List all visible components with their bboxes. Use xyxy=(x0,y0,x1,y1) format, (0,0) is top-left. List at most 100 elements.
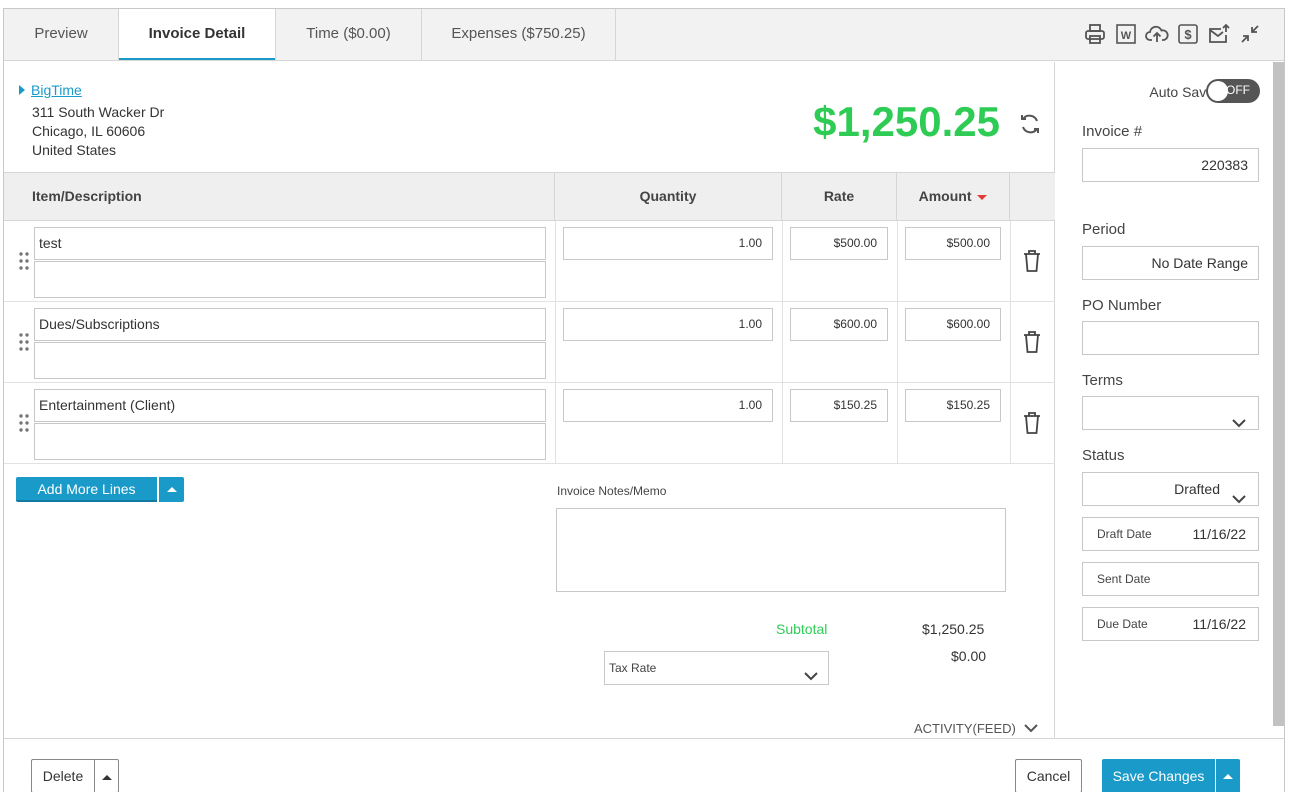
amount-input[interactable]: $500.00 xyxy=(905,227,1001,260)
status-select[interactable]: Drafted xyxy=(1082,472,1259,506)
chevron-down-icon xyxy=(1232,483,1246,515)
tax-rate-select[interactable]: Tax Rate xyxy=(604,651,829,685)
invoice-window: Preview Invoice Detail Time ($0.00) Expe… xyxy=(3,8,1285,792)
header-amount-label: Amount xyxy=(918,188,972,204)
po-number-label: PO Number xyxy=(1082,297,1162,314)
status-label: Status xyxy=(1082,447,1125,464)
cloud-upload-icon[interactable] xyxy=(1144,22,1169,47)
address-line-3: United States xyxy=(32,142,117,158)
quantity-input[interactable]: 1.00 xyxy=(563,227,773,260)
toggle-state: OFF xyxy=(1226,83,1250,97)
client-link[interactable]: BigTime xyxy=(19,82,82,98)
address-line-2: Chicago, IL 60606 xyxy=(32,123,146,139)
save-changes-button[interactable]: Save Changes xyxy=(1102,759,1215,792)
svg-text:W: W xyxy=(1120,30,1131,42)
delete-button[interactable]: Delete xyxy=(31,759,95,792)
trash-icon[interactable] xyxy=(1021,330,1043,354)
toolbar-icons: W $ xyxy=(1082,21,1262,47)
draft-date-field[interactable]: Draft Date 11/16/22 xyxy=(1082,517,1259,551)
refresh-icon[interactable] xyxy=(1018,112,1042,136)
invoice-number-label: Invoice # xyxy=(1082,123,1143,140)
subtotal-value: $1,250.25 xyxy=(922,621,985,637)
description-input[interactable]: test xyxy=(34,227,546,260)
header-amount[interactable]: Amount xyxy=(897,173,1010,220)
drag-handle-icon[interactable] xyxy=(18,413,30,433)
activity-feed-toggle[interactable]: ACTIVITY(FEED) xyxy=(914,721,1038,736)
header-rate[interactable]: Rate xyxy=(782,173,897,220)
table-row: Dues/Subscriptions 1.00 $600.00 $600.00 xyxy=(4,302,1055,383)
trash-icon[interactable] xyxy=(1021,411,1043,435)
address-line-1: 311 South Wacker Dr xyxy=(32,104,165,120)
caret-up-icon xyxy=(101,774,112,780)
invoice-number-input[interactable]: 220383 xyxy=(1082,148,1259,182)
add-more-lines-group: Add More Lines xyxy=(16,477,184,502)
caret-up-icon xyxy=(1223,773,1233,779)
draft-date-label: Draft Date xyxy=(1097,527,1152,541)
terms-select[interactable] xyxy=(1082,396,1259,430)
side-panel-scrollbar[interactable] xyxy=(1273,62,1284,726)
draft-date-value: 11/16/22 xyxy=(1192,526,1246,542)
sent-date-label: Sent Date xyxy=(1097,572,1151,586)
tab-bar: Preview Invoice Detail Time ($0.00) Expe… xyxy=(4,9,1284,61)
client-name[interactable]: BigTime xyxy=(31,82,82,98)
drag-handle-icon[interactable] xyxy=(18,332,30,352)
email-send-icon[interactable] xyxy=(1206,22,1231,47)
description-input[interactable]: Dues/Subscriptions xyxy=(34,308,546,341)
expand-triangle-icon xyxy=(19,85,25,95)
quantity-input[interactable]: 1.00 xyxy=(563,389,773,422)
notes-input[interactable] xyxy=(34,423,546,460)
print-icon[interactable] xyxy=(1082,22,1107,47)
caret-up-icon xyxy=(166,487,177,492)
save-changes-dropdown[interactable] xyxy=(1216,759,1240,792)
quantity-input[interactable]: 1.00 xyxy=(563,308,773,341)
delete-dropdown[interactable] xyxy=(94,759,119,792)
tab-preview[interactable]: Preview xyxy=(4,9,119,61)
table-row: test 1.00 $500.00 $500.00 xyxy=(4,221,1055,302)
toggle-knob xyxy=(1208,81,1228,101)
tab-invoice-detail[interactable]: Invoice Detail xyxy=(119,9,276,60)
period-label: Period xyxy=(1082,221,1126,238)
invoice-side-panel: Auto Save OFF Invoice # 220383 Period No… xyxy=(1056,62,1272,738)
description-input[interactable]: Entertainment (Client) xyxy=(34,389,546,422)
period-selector[interactable]: No Date Range xyxy=(1082,246,1259,280)
collapse-icon[interactable] xyxy=(1237,22,1262,47)
cancel-button[interactable]: Cancel xyxy=(1015,759,1082,792)
sent-date-field[interactable]: Sent Date xyxy=(1082,562,1259,596)
rate-input[interactable]: $600.00 xyxy=(790,308,888,341)
word-export-icon[interactable]: W xyxy=(1113,22,1138,47)
amount-input[interactable]: $150.25 xyxy=(905,389,1001,422)
tab-time[interactable]: Time ($0.00) xyxy=(276,9,422,61)
drag-handle-icon[interactable] xyxy=(18,251,30,271)
notes-label: Invoice Notes/Memo xyxy=(557,484,667,498)
add-more-lines-button[interactable]: Add More Lines xyxy=(16,477,157,502)
rate-input[interactable]: $500.00 xyxy=(790,227,888,260)
add-more-lines-dropdown[interactable] xyxy=(159,477,184,502)
rate-input[interactable]: $150.25 xyxy=(790,389,888,422)
invoice-main: BigTime 311 South Wacker Dr Chicago, IL … xyxy=(4,62,1055,738)
footer-bar: Delete Cancel Save Changes xyxy=(4,738,1284,792)
auto-save-label: Auto Save xyxy=(1149,84,1214,100)
invoice-total: $1,250.25 xyxy=(813,98,1000,145)
trash-icon[interactable] xyxy=(1021,249,1043,273)
notes-input[interactable] xyxy=(34,261,546,298)
tab-expenses[interactable]: Expenses ($750.25) xyxy=(422,9,616,61)
notes-textarea[interactable] xyxy=(556,508,1006,592)
table-row: Entertainment (Client) 1.00 $150.25 $150… xyxy=(4,383,1055,464)
chevron-down-icon xyxy=(1024,721,1038,736)
dollar-icon[interactable]: $ xyxy=(1175,22,1200,47)
terms-label: Terms xyxy=(1082,372,1123,389)
due-date-label: Due Date xyxy=(1097,617,1148,631)
header-quantity[interactable]: Quantity xyxy=(555,173,782,220)
activity-label: ACTIVITY(FEED) xyxy=(914,721,1016,736)
header-item[interactable]: Item/Description xyxy=(4,173,555,220)
po-number-input[interactable] xyxy=(1082,321,1259,355)
subtotal-label: Subtotal xyxy=(776,621,828,637)
notes-input[interactable] xyxy=(34,342,546,379)
due-date-field[interactable]: Due Date 11/16/22 xyxy=(1082,607,1259,641)
due-date-value: 11/16/22 xyxy=(1192,616,1246,632)
svg-text:$: $ xyxy=(1184,27,1192,42)
line-items-header: Item/Description Quantity Rate Amount xyxy=(4,172,1055,221)
auto-save-toggle[interactable]: OFF xyxy=(1206,79,1260,103)
amount-input[interactable]: $600.00 xyxy=(905,308,1001,341)
save-changes-group: Save Changes xyxy=(1102,759,1240,792)
